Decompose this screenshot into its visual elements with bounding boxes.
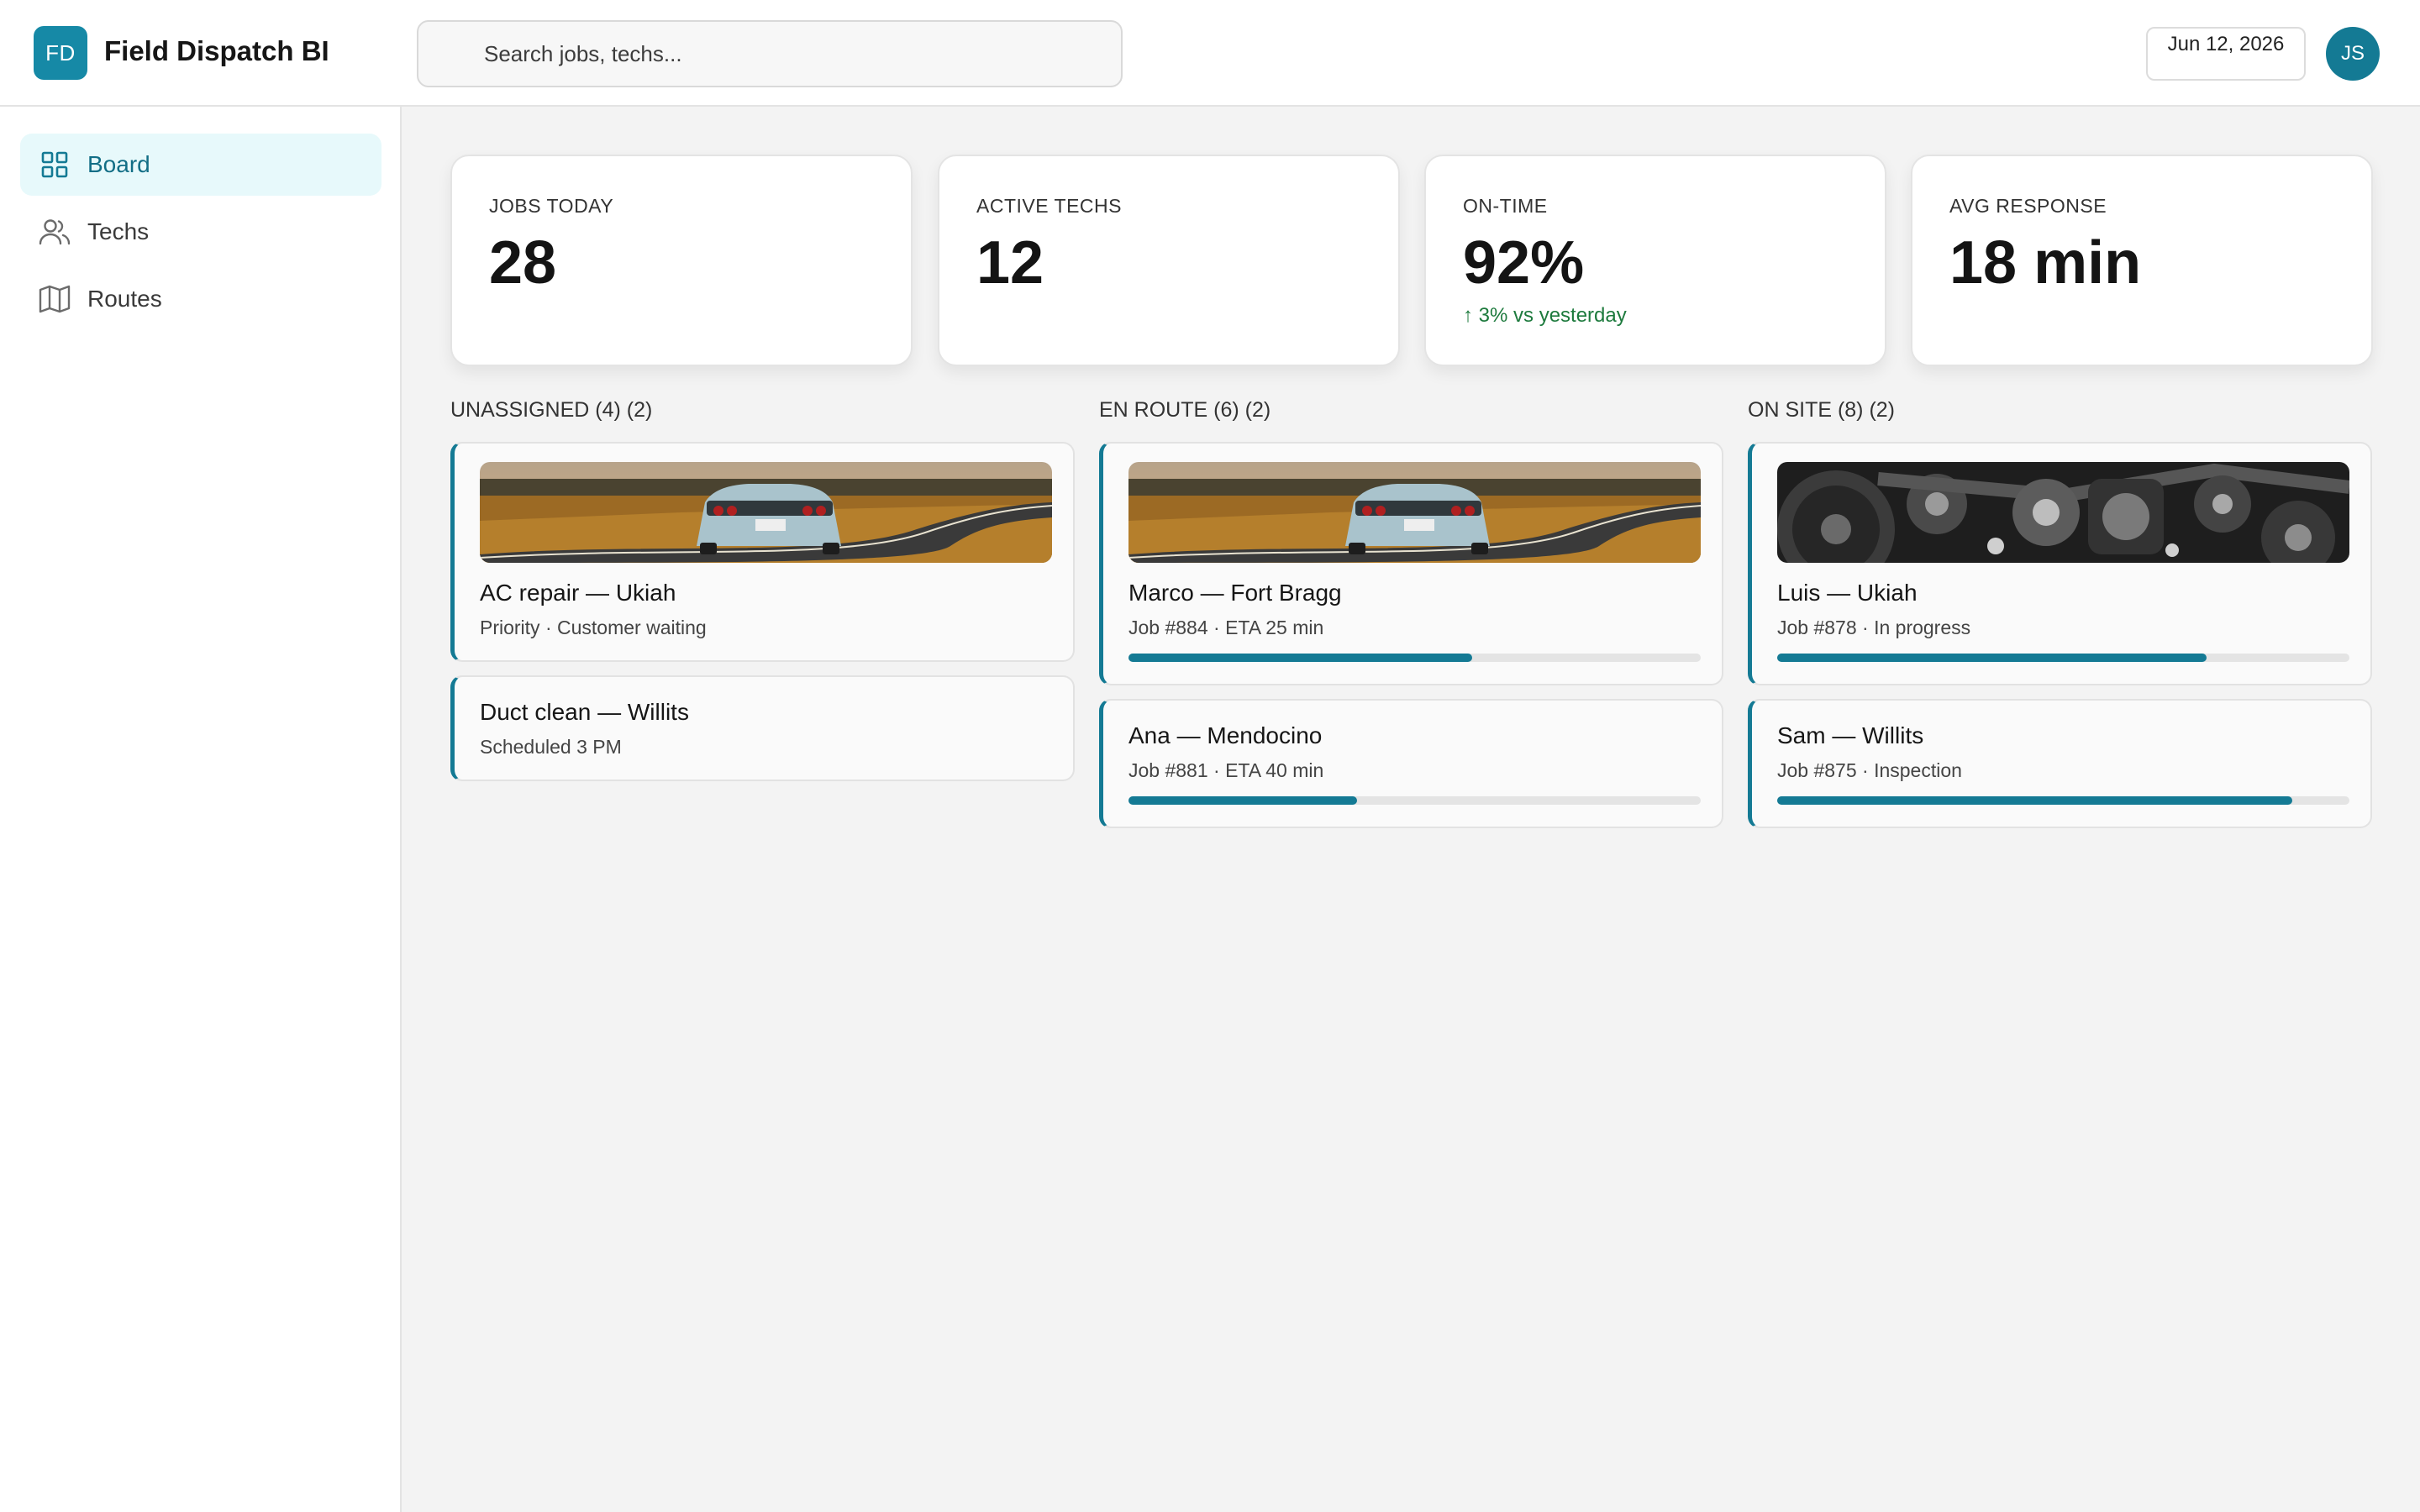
progress-fill [1777,654,2207,662]
card-title: Marco — Fort Bragg [1128,580,1342,606]
progress-fill [1777,796,2292,805]
column-title-en-route: EN ROUTE (6) (2) [1099,398,1271,422]
kpi-trend: ↑ 3% vs yesterday [1463,304,1627,327]
card-subtitle: Scheduled 3 PM [480,736,622,758]
map-icon [39,283,71,315]
card-subtitle: Job #881 · ETA 40 min [1128,759,1324,781]
date-picker[interactable]: Jun 12, 2026 [2146,27,2306,81]
sidebar-item-routes[interactable]: Routes [20,268,381,330]
search-input[interactable] [418,22,1121,86]
progress-fill [1128,654,1472,662]
column-title-unassigned: UNASSIGNED (4) (2) [450,398,653,422]
engine-image [1777,462,2349,563]
progress-fill [1128,796,1358,805]
kpi-card-active-techs: ACTIVE TECHS 12 [938,155,1400,366]
progress-bar [1128,796,1701,805]
grid-icon [39,149,71,181]
card-subtitle: Priority · Customer waiting [480,617,707,638]
road-car-image [1128,462,1701,563]
road-car-image [480,462,1052,563]
card-title: Luis — Ukiah [1777,580,1918,606]
job-card[interactable]: Marco — Fort Bragg Job #884 · ETA 25 min [1099,442,1723,685]
card-title: Duct clean — Willits [480,699,689,725]
card-title: Sam — Willits [1777,722,1924,748]
card-subtitle: Job #878 · In progress [1777,617,1971,638]
card-subtitle: Job #884 · ETA 25 min [1128,617,1324,638]
card-subtitle: Job #875 · Inspection [1777,759,1962,781]
progress-bar [1128,654,1701,662]
progress-bar [1777,654,2349,662]
progress-bar [1777,796,2349,805]
kpi-card-on-time: ON-TIME 92% ↑ 3% vs yesterday [1424,155,1886,366]
kpi-card-avg-response: AVG RESPONSE 18 min [1911,155,2373,366]
kpi-card-jobs-today: JOBS TODAY 28 [450,155,913,366]
kpi-label: AVG RESPONSE [1949,195,2107,217]
kpi-value: 18 min [1949,229,2142,297]
kpi-value: 12 [976,229,1044,297]
job-card[interactable]: AC repair — Ukiah Priority · Customer wa… [450,442,1075,662]
sidebar: Board Techs Routes [0,107,402,1512]
card-title: AC repair — Ukiah [480,580,676,606]
kpi-value: 92% [1463,229,1585,297]
app-logo[interactable]: FD [34,26,87,80]
kpi-label: JOBS TODAY [489,195,614,217]
sidebar-item-board[interactable]: Board [20,134,381,196]
sidebar-item-techs[interactable]: Techs [20,201,381,263]
kpi-label: ACTIVE TECHS [976,195,1122,217]
kpi-label: ON-TIME [1463,195,1548,217]
job-card[interactable]: Ana — Mendocino Job #881 · ETA 40 min [1099,699,1723,828]
users-icon [39,216,71,248]
search-box [417,20,1123,87]
sidebar-item-label: Board [87,151,150,177]
sidebar-item-label: Techs [87,218,150,244]
app-title: Field Dispatch BI [104,35,329,66]
user-avatar[interactable]: JS [2326,27,2380,81]
job-card[interactable]: Sam — Willits Job #875 · Inspection [1748,699,2372,828]
sidebar-item-label: Routes [87,286,162,312]
job-card[interactable]: Luis — Ukiah Job #878 · In progress [1748,442,2372,685]
job-card[interactable]: Duct clean — Willits Scheduled 3 PM [450,675,1075,781]
top-header: FD Field Dispatch BI Jun 12, 2026 JS [0,0,2420,107]
kpi-value: 28 [489,229,557,297]
column-title-on-site: ON SITE (8) (2) [1748,398,1896,422]
card-title: Ana — Mendocino [1128,722,1323,748]
